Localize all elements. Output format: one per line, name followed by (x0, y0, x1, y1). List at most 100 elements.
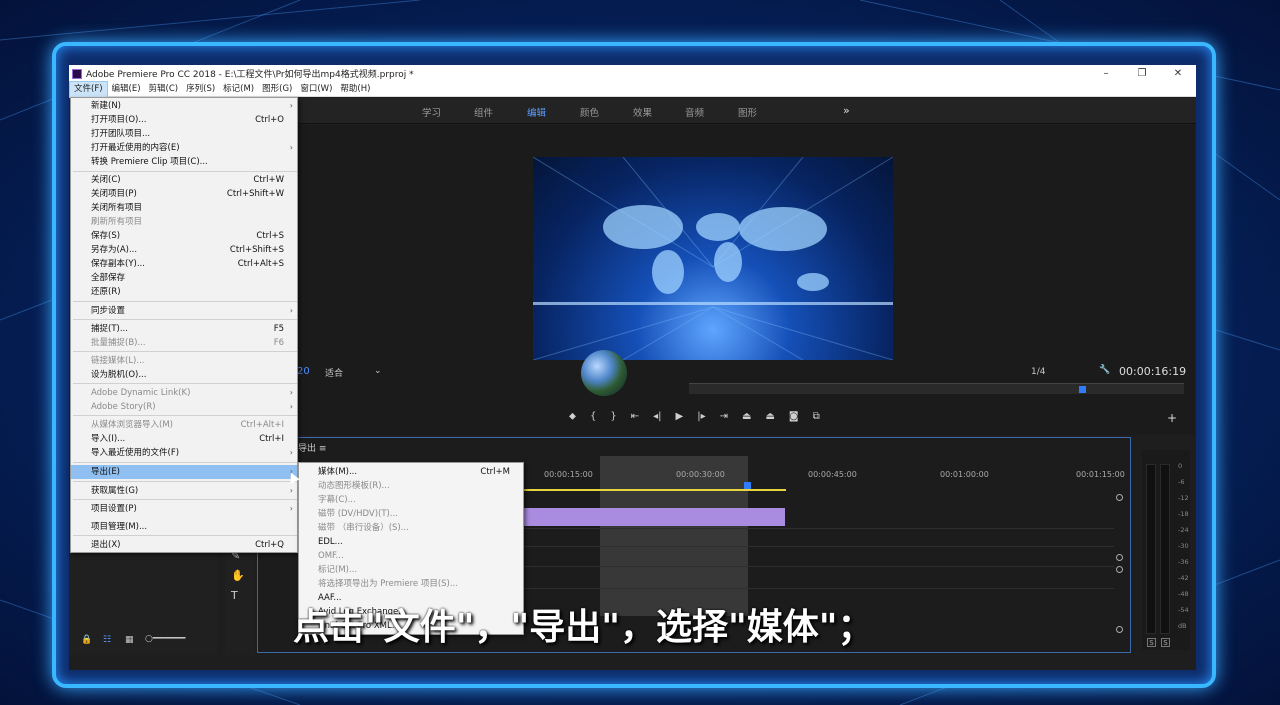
video-clip[interactable] (524, 508, 785, 526)
add-marker-icon[interactable]: ⬥ (569, 411, 576, 422)
fit-dropdown[interactable]: 适合 (325, 366, 343, 379)
scroll-handle[interactable] (1116, 566, 1123, 573)
menu-item-import-recent[interactable]: 导入最近使用的文件(F) › (71, 446, 297, 460)
timeline-playhead[interactable] (744, 482, 751, 489)
file-menu-dropdown: 新建(N) › 打开项目(O)... Ctrl+O 打开团队项目... 打开最近使用… (70, 97, 298, 553)
lift-icon[interactable]: ⏏ (742, 411, 751, 422)
step-back-icon[interactable]: ◂| (653, 411, 661, 422)
scroll-handle[interactable] (1116, 554, 1123, 561)
track-divider (524, 546, 1114, 547)
menu-item-close-project[interactable]: 关闭项目(P) Ctrl+Shift+W (71, 187, 297, 201)
playhead-marker[interactable] (1079, 386, 1086, 393)
program-left-timecode[interactable]: 20 (297, 366, 310, 377)
step-forward-icon[interactable]: |▸ (697, 411, 705, 422)
solo-right-button[interactable]: S (1161, 638, 1170, 647)
menu-item-sync-settings[interactable]: 同步设置 › (71, 304, 297, 318)
export-frame-camera-icon[interactable]: ◙ (789, 411, 799, 422)
work-area-bar[interactable] (524, 489, 786, 491)
menu-file[interactable]: 文件(F) (69, 80, 108, 98)
menu-item-project-manager[interactable]: 项目管理(M)... (71, 520, 297, 534)
ruler-label: 00:00:30:00 (676, 470, 725, 479)
in-out-range (600, 456, 748, 616)
lock-icon[interactable]: 🔒 (81, 635, 92, 645)
menu-item-close-all[interactable]: 关闭所有项目 (71, 201, 297, 215)
restore-button[interactable]: ❐ (1124, 65, 1160, 82)
submenu-item-media[interactable]: 媒体(M)... Ctrl+M (299, 465, 523, 479)
mark-out-icon[interactable]: } (610, 411, 616, 422)
type-tool-icon[interactable]: T (231, 589, 238, 602)
track-divider (524, 566, 1114, 567)
workspace-tab-graphics[interactable]: 图形 (738, 105, 757, 119)
menu-item-label: 获取属性(G) (91, 486, 139, 496)
submenu-item-export-selection: 将选择项导出为 Premiere 项目(S)... (299, 577, 523, 591)
menu-item-capture[interactable]: 捕捉(T)... F5 (71, 322, 297, 336)
workspace-tab-color[interactable]: 颜色 (580, 105, 599, 119)
menu-marker[interactable]: 标记(M) (219, 82, 258, 97)
solo-left-button[interactable]: S (1147, 638, 1156, 647)
go-to-out-icon[interactable]: ⇥ (720, 411, 728, 422)
menu-graphics[interactable]: 图形(G) (258, 82, 296, 97)
ruler-label: 00:00:45:00 (808, 470, 857, 479)
scroll-handle[interactable] (1116, 494, 1123, 501)
program-timecode[interactable]: 00:00:16:19 (1119, 365, 1186, 378)
submenu-item-motion-graphics: 动态图形模板(R)... (299, 479, 523, 493)
extract-icon[interactable]: ⏏ (765, 411, 774, 422)
menu-item-revert[interactable]: 还原(R) (71, 285, 297, 299)
menu-edit[interactable]: 编辑(E) (108, 82, 145, 97)
menu-item-open-team-project[interactable]: 打开团队项目... (71, 127, 297, 141)
tutorial-caption: 点击"文件"，"导出"，选择"媒体"； (293, 607, 874, 648)
menu-window[interactable]: 窗口(W) (296, 82, 336, 97)
menu-item-exit[interactable]: 退出(X) Ctrl+Q (71, 538, 297, 552)
menu-item-get-properties[interactable]: 获取属性(G) › (71, 484, 297, 498)
shortcut-label: Ctrl+Shift+W (226, 189, 284, 199)
workspace-tab-effects[interactable]: 效果 (633, 105, 652, 119)
list-view-icon[interactable]: ☷ (103, 635, 111, 645)
workspace-tab-audio[interactable]: 音频 (685, 105, 704, 119)
workspace-tab-assembly[interactable]: 组件 (474, 105, 493, 119)
wrench-icon[interactable]: 🔧 (1099, 365, 1110, 375)
hand-tool-icon[interactable]: ✋ (231, 569, 245, 582)
timeline-title[interactable]: 导出 ≡ (298, 441, 326, 454)
add-button-icon[interactable]: + (1167, 411, 1177, 425)
menu-help[interactable]: 帮助(H) (336, 82, 374, 97)
workspace-tab-learn[interactable]: 学习 (422, 105, 441, 119)
ruler-label: 00:01:15:00 (1076, 470, 1125, 479)
go-to-in-icon[interactable]: ⇤ (631, 411, 639, 422)
menu-item-close[interactable]: 关闭(C) Ctrl+W (71, 173, 297, 187)
menu-item-label: 批量捕捉(B)... (91, 338, 146, 348)
icon-view-icon[interactable]: ▦ (125, 635, 134, 645)
menu-item-project-settings[interactable]: 项目设置(P) › (71, 502, 297, 516)
menu-clip[interactable]: 剪辑(C) (145, 82, 183, 97)
menu-item-import[interactable]: 导入(I)... Ctrl+I (71, 432, 297, 446)
more-workspaces-icon[interactable]: » (843, 104, 850, 117)
menu-item-open-project[interactable]: 打开项目(O)... Ctrl+O (71, 113, 297, 127)
menu-item-export[interactable]: 导出(E) › (71, 465, 297, 479)
menu-item-open-recent[interactable]: 打开最近使用的内容(E) › (71, 141, 297, 155)
shortcut-label: Ctrl+O (255, 115, 284, 125)
menu-sequence[interactable]: 序列(S) (182, 82, 219, 97)
menu-item-save-as[interactable]: 另存为(A)... Ctrl+Shift+S (71, 243, 297, 257)
program-mini-timeline[interactable] (689, 383, 1184, 394)
menu-item-save-all[interactable]: 全部保存 (71, 271, 297, 285)
resolution-dropdown[interactable]: 1/4 (1031, 367, 1045, 377)
menu-item-new[interactable]: 新建(N) › (71, 99, 297, 113)
meter-label: -36 (1178, 558, 1189, 566)
menu-item-save-copy[interactable]: 保存副本(Y)... Ctrl+Alt+S (71, 257, 297, 271)
workspace-tab-editing[interactable]: 编辑 (527, 105, 546, 119)
minimize-button[interactable]: – (1088, 65, 1124, 82)
menu-item-label: 项目设置(P) (91, 504, 137, 514)
play-icon[interactable]: ▶ (676, 411, 684, 422)
mark-in-icon[interactable]: { (590, 411, 596, 422)
submenu-item-edl[interactable]: EDL... (299, 535, 523, 549)
fit-dropdown-chevron-icon[interactable]: ⌄ (374, 366, 382, 376)
menu-item-convert-clip[interactable]: 转换 Premiere Clip 项目(C)... (71, 155, 297, 169)
zoom-slider[interactable]: ○━━━━━━ (145, 634, 185, 644)
menu-separator (73, 481, 297, 482)
compare-view-icon[interactable]: ⧉ (813, 411, 820, 422)
menu-item-make-offline[interactable]: 设为脱机(O)... (71, 368, 297, 382)
menu-item-import-from-browser: 从媒体浏览器导入(M) Ctrl+Alt+I (71, 418, 297, 432)
submenu-arrow-icon: › (289, 504, 293, 513)
menu-item-save[interactable]: 保存(S) Ctrl+S (71, 229, 297, 243)
close-button[interactable]: ✕ (1160, 65, 1196, 82)
scroll-handle[interactable] (1116, 626, 1123, 633)
